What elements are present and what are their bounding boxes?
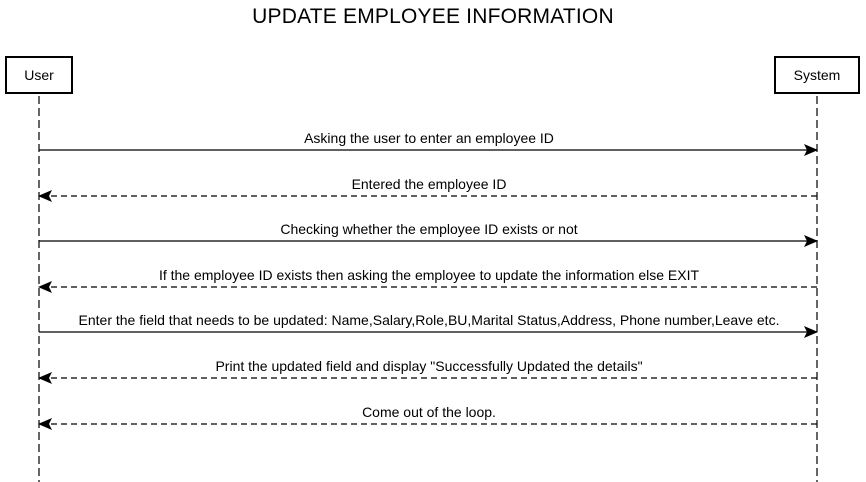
message-label-6: Print the updated field and display "Suc… — [215, 358, 643, 374]
message-label-4: If the employee ID exists then asking th… — [158, 267, 700, 283]
message-label-2: Entered the employee ID — [351, 176, 507, 192]
message-label-5: Enter the field that needs to be updated… — [78, 312, 780, 328]
message-label-3: Checking whether the employee ID exists … — [280, 221, 578, 237]
message-label-7: Come out of the loop. — [362, 404, 496, 420]
message-label-1: Asking the user to enter an employee ID — [304, 130, 554, 146]
